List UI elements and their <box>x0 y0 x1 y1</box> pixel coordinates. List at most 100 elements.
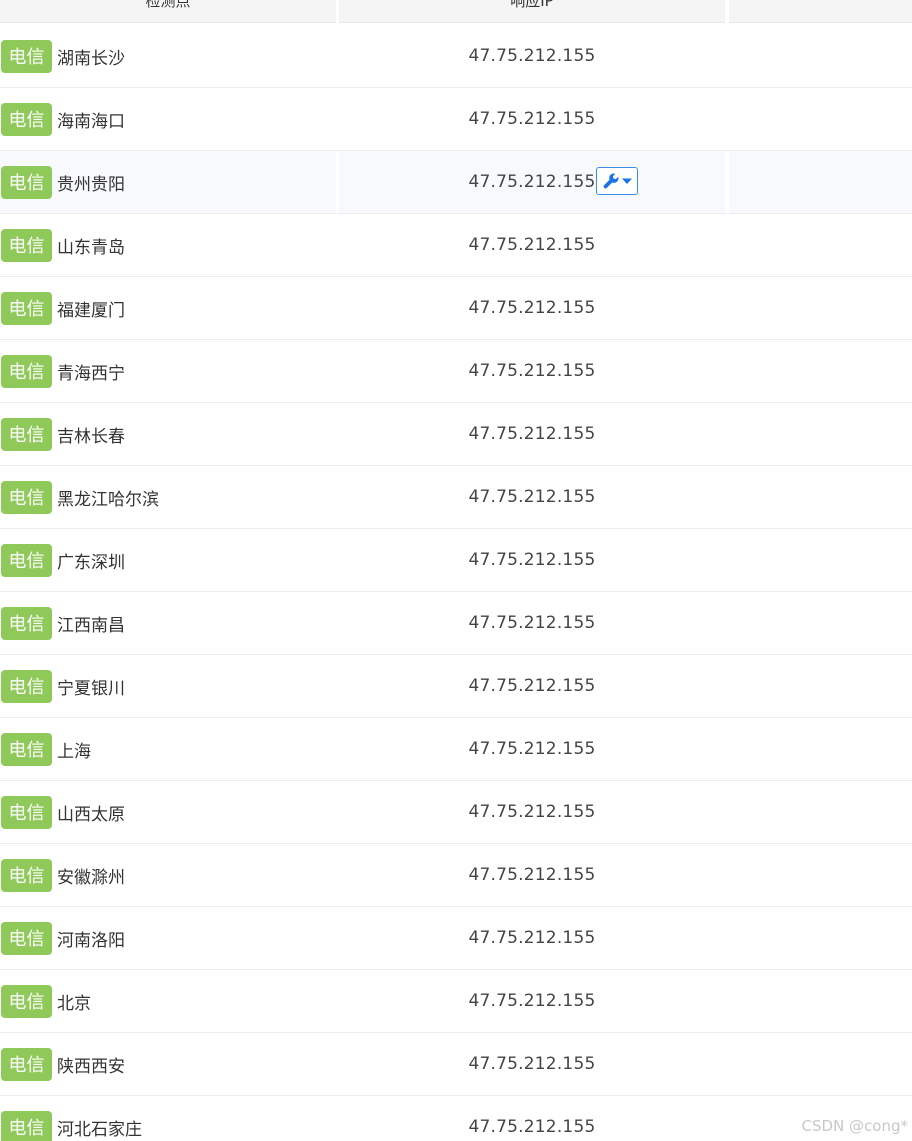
ip-cell: 47.75.212.155 <box>339 844 725 906</box>
ip-address: 47.75.212.155 <box>468 1054 596 1074</box>
ip-address: 47.75.212.155 <box>468 298 596 318</box>
column-header-checkpoint: 检测点 <box>0 0 336 23</box>
extra-cell <box>729 592 912 654</box>
ip-address: 47.75.212.155 <box>468 550 596 570</box>
ip-address: 47.75.212.155 <box>468 46 596 66</box>
table-row: 电信 河北石家庄 47.75.212.155 <box>0 1096 912 1141</box>
ip-cell: 47.75.212.155 <box>339 25 725 87</box>
isp-badge: 电信 <box>1 1110 52 1141</box>
location-label: 广东深圳 <box>57 552 125 573</box>
location-label: 河北石家庄 <box>57 1119 142 1140</box>
ip-cell: 47.75.212.155 <box>339 655 725 717</box>
isp-badge: 电信 <box>1 669 52 703</box>
ip-address: 47.75.212.155 <box>468 424 596 444</box>
table-row: 电信 湖南长沙 47.75.212.155 <box>0 25 912 88</box>
checkpoint-cell: 电信 海南海口 <box>0 88 336 150</box>
checkpoint-cell: 电信 上海 <box>0 718 336 780</box>
table-row: 电信 北京 47.75.212.155 <box>0 970 912 1033</box>
location-label: 贵州贵阳 <box>57 174 125 195</box>
isp-badge: 电信 <box>1 417 52 451</box>
checkpoint-cell: 电信 吉林长春 <box>0 403 336 465</box>
caret-down-icon <box>622 178 632 184</box>
ip-cell: 47.75.212.155 <box>339 88 725 150</box>
checkpoint-cell: 电信 山东青岛 <box>0 214 336 276</box>
table-row: 电信 黑龙江哈尔滨 47.75.212.155 <box>0 466 912 529</box>
isp-badge: 电信 <box>1 354 52 388</box>
isp-badge: 电信 <box>1 1047 52 1081</box>
checkpoint-cell: 电信 湖南长沙 <box>0 25 336 87</box>
extra-cell <box>729 655 912 717</box>
tools-dropdown-button[interactable] <box>596 167 638 195</box>
ip-cell: 47.75.212.155 <box>339 340 725 402</box>
ip-cell: 47.75.212.155 <box>339 718 725 780</box>
column-header-ip: 响应IP <box>339 0 725 23</box>
location-label: 宁夏银川 <box>57 678 125 699</box>
ip-cell: 47.75.212.155 <box>339 1033 725 1095</box>
isp-badge: 电信 <box>1 480 52 514</box>
table-row: 电信 上海 47.75.212.155 <box>0 718 912 781</box>
ip-cell: 47.75.212.155 <box>339 1096 725 1141</box>
table-row: 电信 河南洛阳 47.75.212.155 <box>0 907 912 970</box>
ip-cell: 47.75.212.155 <box>339 277 725 339</box>
table-row: 电信 吉林长春 47.75.212.155 <box>0 403 912 466</box>
isp-badge: 电信 <box>1 795 52 829</box>
location-label: 上海 <box>57 741 91 762</box>
table-row: 电信 陕西西安 47.75.212.155 <box>0 1033 912 1096</box>
column-header-extra <box>729 0 912 23</box>
checkpoint-cell: 电信 山西太原 <box>0 781 336 843</box>
extra-cell <box>729 151 912 213</box>
location-label: 青海西宁 <box>57 363 125 384</box>
checkpoint-cell: 电信 宁夏银川 <box>0 655 336 717</box>
extra-cell <box>729 88 912 150</box>
wrench-icon <box>603 173 619 189</box>
extra-cell <box>729 466 912 528</box>
location-label: 湖南长沙 <box>57 48 125 69</box>
table-row: 电信 福建厦门 47.75.212.155 <box>0 277 912 340</box>
ip-address: 47.75.212.155 <box>468 865 596 885</box>
checkpoint-cell: 电信 贵州贵阳 <box>0 151 336 213</box>
extra-cell <box>729 403 912 465</box>
extra-cell <box>729 970 912 1032</box>
extra-cell <box>729 277 912 339</box>
table-row: 电信 安徽滁州 47.75.212.155 <box>0 844 912 907</box>
ip-address: 47.75.212.155 <box>468 676 596 696</box>
ip-cell: 47.75.212.155 <box>339 970 725 1032</box>
location-label: 陕西西安 <box>57 1056 125 1077</box>
checkpoint-cell: 电信 江西南昌 <box>0 592 336 654</box>
ip-address: 47.75.212.155 <box>468 928 596 948</box>
location-label: 吉林长春 <box>57 426 125 447</box>
isp-badge: 电信 <box>1 102 52 136</box>
checkpoint-cell: 电信 青海西宁 <box>0 340 336 402</box>
location-label: 江西南昌 <box>57 615 125 636</box>
extra-cell <box>729 844 912 906</box>
ip-address: 47.75.212.155 <box>468 361 596 381</box>
isp-badge: 电信 <box>1 165 52 199</box>
isp-badge: 电信 <box>1 732 52 766</box>
extra-cell <box>729 781 912 843</box>
location-label: 北京 <box>57 993 91 1014</box>
location-label: 河南洛阳 <box>57 930 125 951</box>
ip-address: 47.75.212.155 <box>468 613 596 633</box>
results-table-body: 电信 湖南长沙 47.75.212.155 电信 海南海口 47.75.212.155 电信… <box>0 25 912 1141</box>
checkpoint-cell: 电信 安徽滁州 <box>0 844 336 906</box>
extra-cell <box>729 214 912 276</box>
ip-address: 47.75.212.155 <box>468 487 596 507</box>
checkpoint-cell: 电信 广东深圳 <box>0 529 336 591</box>
ip-address: 47.75.212.155 <box>468 109 596 129</box>
table-row: 电信 江西南昌 47.75.212.155 <box>0 592 912 655</box>
isp-badge: 电信 <box>1 228 52 262</box>
location-label: 福建厦门 <box>57 300 125 321</box>
ip-cell: 47.75.212.155 <box>339 907 725 969</box>
table-row: 电信 宁夏银川 47.75.212.155 <box>0 655 912 718</box>
watermark: CSDN @cong* <box>801 1117 909 1135</box>
extra-cell <box>729 718 912 780</box>
isp-badge: 电信 <box>1 921 52 955</box>
table-row: 电信 广东深圳 47.75.212.155 <box>0 529 912 592</box>
extra-cell <box>729 529 912 591</box>
location-label: 黑龙江哈尔滨 <box>57 489 159 510</box>
ip-cell: 47.75.212.155 <box>339 529 725 591</box>
isp-badge: 电信 <box>1 606 52 640</box>
ip-cell: 47.75.212.155 <box>339 592 725 654</box>
table-row: 电信 海南海口 47.75.212.155 <box>0 88 912 151</box>
extra-cell <box>729 25 912 87</box>
